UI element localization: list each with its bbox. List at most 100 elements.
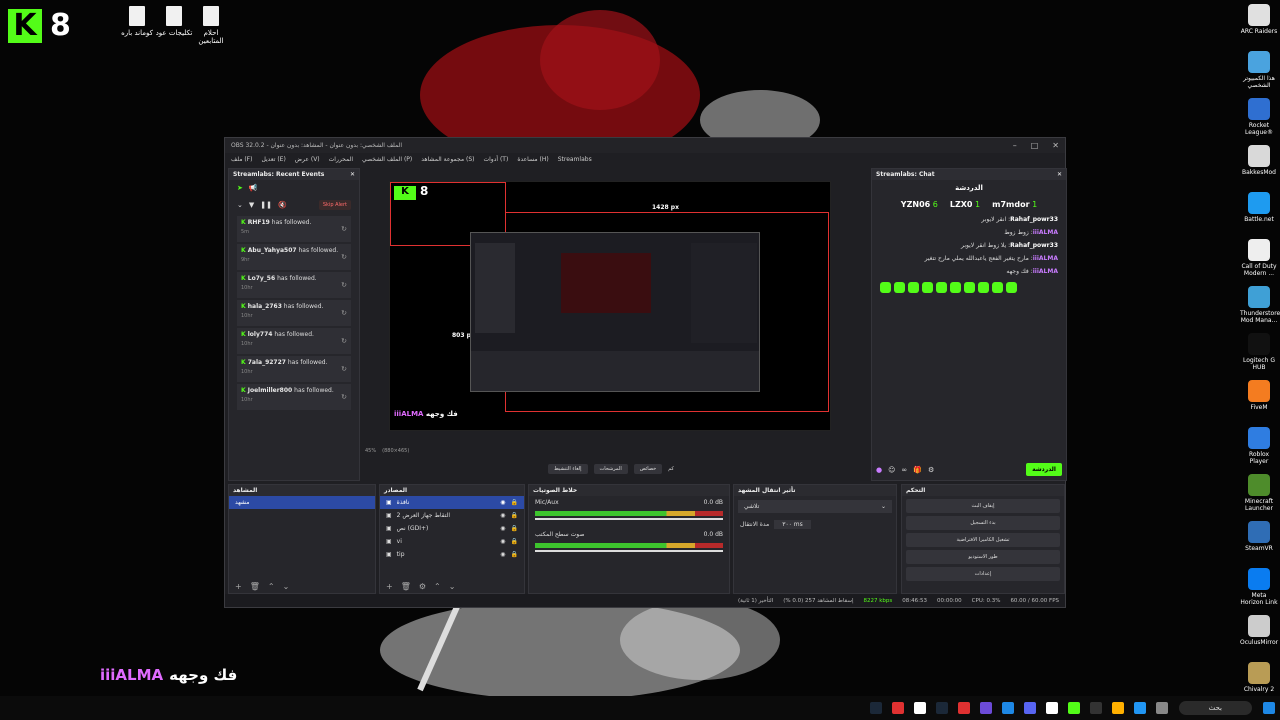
emote-icon[interactable]: [908, 282, 919, 293]
desktop-app-icon[interactable]: Thunderstore Mod Mana...: [1240, 286, 1280, 324]
megaphone-icon[interactable]: 📢: [249, 184, 258, 192]
eye-icon[interactable]: ◉: [500, 551, 505, 558]
desktop-app-icon[interactable]: FiveM: [1240, 380, 1278, 411]
lock-icon[interactable]: 🔒: [511, 525, 518, 532]
gear-icon[interactable]: ⚙: [928, 466, 934, 474]
stop-stream-button[interactable]: إيقاف البث: [906, 499, 1060, 513]
replay-icon[interactable]: ↻: [341, 281, 347, 289]
taskbar-app-icon[interactable]: [979, 702, 992, 714]
menu-item[interactable]: المحررات: [329, 156, 353, 163]
taskbar-app-icon[interactable]: [1111, 702, 1124, 714]
desktop-app-icon[interactable]: OculusMirror: [1240, 615, 1278, 646]
settings-button[interactable]: إعدادات: [906, 567, 1060, 581]
desktop-app-icon[interactable]: Roblox Player: [1240, 427, 1278, 465]
desktop-app-icon[interactable]: Chivalry 2: [1240, 662, 1278, 693]
menu-item[interactable]: ملف (F): [231, 156, 252, 163]
taskbar-app-icon[interactable]: [1089, 702, 1102, 714]
desktop-app-icon[interactable]: Minecraft Launcher: [1240, 474, 1278, 512]
desktop-file-1[interactable]: كوماند باره: [117, 6, 157, 37]
maximize-icon[interactable]: □: [1031, 141, 1039, 150]
replay-icon[interactable]: ↻: [341, 393, 347, 401]
link-icon[interactable]: ∞: [901, 466, 907, 474]
menu-item[interactable]: أدوات (T): [483, 156, 508, 163]
mic-icon[interactable]: ●: [876, 466, 882, 474]
desktop-app-icon[interactable]: Battle.net: [1240, 192, 1278, 223]
volume-slider[interactable]: [535, 550, 723, 552]
taskbar-app-icon[interactable]: [1045, 702, 1058, 714]
lock-icon[interactable]: 🔒: [511, 538, 518, 545]
pause-icon[interactable]: ❚❚: [260, 201, 272, 209]
duration-input[interactable]: ٣٠٠ ms: [774, 520, 811, 529]
eye-icon[interactable]: ◉: [500, 499, 505, 506]
scene-item[interactable]: مشهد: [229, 496, 375, 509]
chat-user[interactable]: Rahaf_powr33: [1010, 242, 1058, 249]
emote-icon[interactable]: [992, 282, 1003, 293]
desktop-file-2[interactable]: تكليجات عود: [154, 6, 194, 37]
eye-icon[interactable]: ◉: [500, 525, 505, 532]
taskbar-app-icon[interactable]: [1155, 702, 1168, 714]
emote-icon[interactable]: [950, 282, 961, 293]
volume-slider[interactable]: [535, 518, 723, 520]
close-icon[interactable]: ✕: [350, 171, 355, 178]
trash-icon[interactable]: 🗑: [250, 582, 260, 591]
source-item[interactable]: ▣ vi ◉ 🔒: [380, 535, 524, 548]
lock-icon[interactable]: 🔒: [511, 512, 518, 519]
source-item[interactable]: ▣ نافذة ◉ 🔒: [380, 496, 524, 509]
obs-titlebar[interactable]: OBS 32.0.2 - الملف الشخصي: بدون عنوان - …: [225, 138, 1065, 153]
taskbar-app-icon[interactable]: [935, 702, 948, 714]
emote-icon[interactable]: [964, 282, 975, 293]
transition-select[interactable]: تلاشي ⌄: [738, 500, 892, 513]
desktop-app-icon[interactable]: Logitech G HUB: [1240, 333, 1278, 371]
emote-icon[interactable]: [894, 282, 905, 293]
source-item[interactable]: ▣ التقاط جهاز العرض 2 ◉ 🔒: [380, 509, 524, 522]
taskbar-app-icon[interactable]: [891, 702, 904, 714]
add-icon[interactable]: +: [386, 582, 393, 591]
up-icon[interactable]: ⌃: [268, 582, 275, 591]
chevron-down-icon[interactable]: ⌄: [237, 201, 243, 209]
emote-icon[interactable]: [922, 282, 933, 293]
replay-icon[interactable]: ↻: [341, 225, 347, 233]
menu-item[interactable]: عرض (V): [295, 156, 320, 163]
chat-send-button[interactable]: الدردشة: [1026, 463, 1062, 476]
desktop-app-icon[interactable]: Rocket League®: [1240, 98, 1278, 136]
emoji-icon[interactable]: ☺: [888, 466, 895, 474]
properties-button[interactable]: خصائص: [633, 464, 663, 474]
source-item[interactable]: ▣ tip ◉ 🔒: [380, 548, 524, 561]
emote-icon[interactable]: [978, 282, 989, 293]
eye-icon[interactable]: ◉: [500, 512, 505, 519]
taskbar-app-icon[interactable]: [957, 702, 970, 714]
replay-icon[interactable]: ↻: [341, 309, 347, 317]
close-icon[interactable]: ✕: [1057, 171, 1062, 178]
chat-user[interactable]: iiiALMA: [1033, 229, 1058, 236]
windows-start-icon[interactable]: [1263, 702, 1275, 714]
add-icon[interactable]: +: [235, 582, 242, 591]
filter-icon[interactable]: ▼: [249, 201, 254, 209]
menu-item[interactable]: مجموعة المشاهد (S): [421, 156, 474, 163]
emote-icon[interactable]: [936, 282, 947, 293]
desktop-app-icon[interactable]: Meta Horizon Link: [1240, 568, 1278, 606]
taskbar-app-icon[interactable]: [913, 702, 926, 714]
gift-icon[interactable]: 🎁: [913, 466, 922, 474]
menu-item[interactable]: Streamlabs: [558, 156, 592, 163]
deactivate-button[interactable]: إلغاء التنشيط: [548, 464, 588, 474]
lock-icon[interactable]: 🔒: [511, 551, 518, 558]
emote-icon[interactable]: [1006, 282, 1017, 293]
taskbar-search[interactable]: بحث: [1178, 701, 1252, 715]
desktop-app-icon[interactable]: ARC Raiders: [1240, 4, 1278, 35]
skip-alert-button[interactable]: Skip Alert: [318, 200, 351, 210]
up-icon[interactable]: ⌃: [434, 582, 441, 591]
mute-icon[interactable]: 🔇: [278, 201, 287, 209]
menu-item[interactable]: مساعدة (H): [517, 156, 548, 163]
lock-icon[interactable]: 🔒: [511, 499, 518, 506]
replay-icon[interactable]: ↻: [341, 253, 347, 261]
desktop-app-icon[interactable]: هذا الكمبيوتر الشخصي: [1240, 51, 1278, 89]
taskbar-app-icon[interactable]: [1001, 702, 1014, 714]
chat-user[interactable]: Rahaf_powr33: [1010, 216, 1058, 223]
down-icon[interactable]: ⌄: [283, 582, 290, 591]
desktop-app-icon[interactable]: BakkesMod: [1240, 145, 1278, 176]
replay-icon[interactable]: ↻: [341, 337, 347, 345]
gear-icon[interactable]: ⚙: [419, 582, 426, 591]
preview-canvas[interactable]: K 8 1428 px 803 px iiiALMA فك وجهه: [389, 181, 831, 431]
close-icon[interactable]: ✕: [1052, 141, 1059, 150]
obs-window[interactable]: OBS 32.0.2 - الملف الشخصي: بدون عنوان - …: [224, 137, 1067, 608]
